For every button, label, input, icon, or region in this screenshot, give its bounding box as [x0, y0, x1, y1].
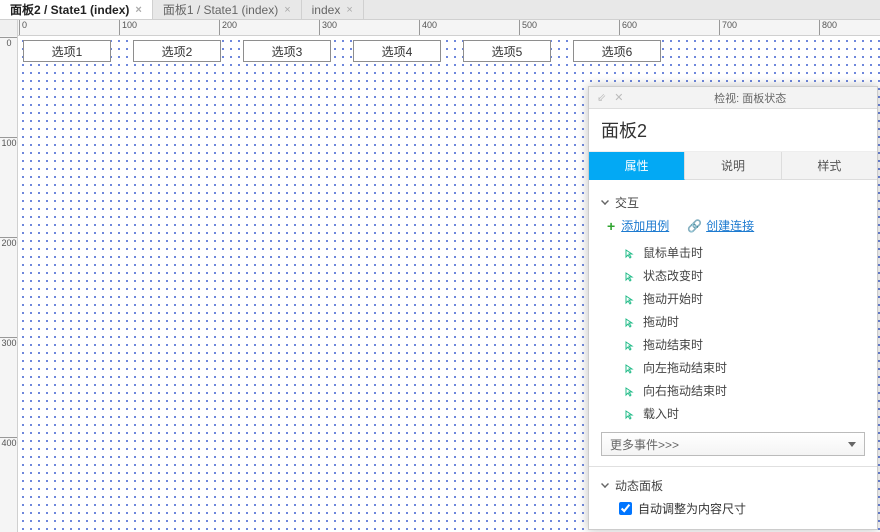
ruler-tick: 600 [619, 20, 637, 35]
ruler-tick: 500 [519, 20, 537, 35]
inspector-tab-1[interactable]: 说明 [685, 152, 781, 180]
close-icon[interactable]: × [346, 4, 352, 16]
interaction-actions-row: + 添加用例 🔗 创建连接 [607, 217, 865, 234]
document-tab-1[interactable]: 面板1 / State1 (index) × [153, 0, 302, 19]
chevron-down-icon [601, 480, 609, 488]
inspector-titlebar[interactable]: ⇙ ✕ 检视: 面板状态 [589, 87, 877, 109]
event-item-3[interactable]: 拖动时 [625, 313, 865, 330]
chevron-down-icon [601, 197, 609, 205]
inspector-title: 检视: 面板状态 [631, 90, 869, 106]
ruler-tick: 100 [0, 137, 18, 148]
ruler-tick: 200 [219, 20, 237, 35]
document-tab-2[interactable]: index × [302, 0, 364, 19]
option-box-3[interactable]: 选项3 [243, 40, 331, 62]
option-box-6[interactable]: 选项6 [573, 40, 661, 62]
ruler-tick: 200 [0, 237, 18, 248]
horizontal-ruler: 0 100 200 300 400 500 600 700 800 [18, 20, 880, 35]
ruler-tick: 0 [19, 20, 27, 35]
add-case-link[interactable]: 添加用例 [621, 217, 669, 234]
event-label: 状态改变时 [643, 267, 703, 284]
event-item-6[interactable]: 向右拖动结束时 [625, 382, 865, 399]
cursor-icon [625, 409, 635, 419]
auto-fit-row: 自动调整为内容尺寸 [619, 500, 865, 517]
close-icon[interactable]: × [284, 4, 290, 16]
cursor-icon [625, 317, 635, 327]
option-box-5[interactable]: 选项5 [463, 40, 551, 62]
ruler-tick: 100 [119, 20, 137, 35]
cursor-icon [625, 386, 635, 396]
ruler-tick: 800 [819, 20, 837, 35]
section-dynamic-panel-label: 动态面板 [615, 477, 663, 494]
event-item-2[interactable]: 拖动开始时 [625, 290, 865, 307]
link-icon: 🔗 [687, 219, 702, 233]
event-label: 向左拖动结束时 [643, 359, 727, 376]
event-item-4[interactable]: 拖动结束时 [625, 336, 865, 353]
option-box-2[interactable]: 选项2 [133, 40, 221, 62]
event-item-1[interactable]: 状态改变时 [625, 267, 865, 284]
ruler-tick: 0 [0, 37, 18, 48]
inspector-tab-2[interactable]: 样式 [782, 152, 877, 180]
document-tab-strip: 面板2 / State1 (index)×面板1 / State1 (index… [0, 0, 880, 20]
dropdown-caret-icon [848, 442, 856, 447]
event-label: 向右拖动结束时 [643, 382, 727, 399]
document-tab-label: 面板2 / State1 (index) [10, 1, 129, 18]
section-dynamic-panel-head[interactable]: 动态面板 [601, 477, 865, 494]
cursor-icon [625, 294, 635, 304]
plus-icon: + [607, 218, 615, 234]
event-item-0[interactable]: 鼠标单击时 [625, 244, 865, 261]
cursor-icon [625, 340, 635, 350]
ruler-tick: 300 [0, 337, 18, 348]
create-link-link[interactable]: 创建连接 [706, 217, 754, 234]
option-box-1[interactable]: 选项1 [23, 40, 111, 62]
event-label: 拖动结束时 [643, 336, 703, 353]
document-tab-label: 面板1 / State1 (index) [163, 1, 278, 18]
event-item-5[interactable]: 向左拖动结束时 [625, 359, 865, 376]
inspector-tabs: 属性说明样式 [589, 152, 877, 180]
ruler-tick: 700 [719, 20, 737, 35]
cursor-icon [625, 271, 635, 281]
inspector-tab-0[interactable]: 属性 [589, 152, 685, 180]
more-events-dropdown[interactable]: 更多事件>>> [601, 432, 865, 456]
close-icon[interactable]: × [135, 4, 141, 16]
ruler-origin-corner [0, 20, 18, 36]
event-label: 载入时 [643, 405, 679, 422]
auto-fit-label: 自动调整为内容尺寸 [638, 500, 746, 517]
document-tab-0[interactable]: 面板2 / State1 (index) × [0, 0, 153, 19]
inspector-body: 交互 + 添加用例 🔗 创建连接 鼠标单击时状态改变时拖动开始时拖动时拖动结束时… [589, 180, 877, 529]
close-icon[interactable]: ✕ [614, 91, 623, 104]
option-box-4[interactable]: 选项4 [353, 40, 441, 62]
event-list: 鼠标单击时状态改变时拖动开始时拖动时拖动结束时向左拖动结束时向右拖动结束时载入时 [625, 244, 865, 422]
section-interaction-label: 交互 [615, 194, 639, 211]
event-item-7[interactable]: 载入时 [625, 405, 865, 422]
event-label: 拖动开始时 [643, 290, 703, 307]
inspector-panel: ⇙ ✕ 检视: 面板状态 面板2 属性说明样式 交互 + 添加用例 🔗 创建连接… [588, 86, 878, 530]
more-events-label: 更多事件>>> [610, 436, 679, 453]
vertical-ruler: 0 100 200 300 400 [0, 36, 18, 532]
event-label: 鼠标单击时 [643, 244, 703, 261]
document-tab-label: index [312, 3, 341, 17]
ruler-tick: 300 [319, 20, 337, 35]
ruler-tick: 400 [419, 20, 437, 35]
auto-fit-checkbox[interactable] [619, 502, 632, 515]
cursor-icon [625, 363, 635, 373]
cursor-icon [625, 248, 635, 258]
section-divider [589, 466, 877, 467]
element-name-field[interactable]: 面板2 [589, 109, 877, 152]
event-label: 拖动时 [643, 313, 679, 330]
ruler-tick: 400 [0, 437, 18, 448]
pin-icon[interactable]: ⇙ [597, 91, 606, 104]
section-interaction-head[interactable]: 交互 [601, 194, 865, 211]
